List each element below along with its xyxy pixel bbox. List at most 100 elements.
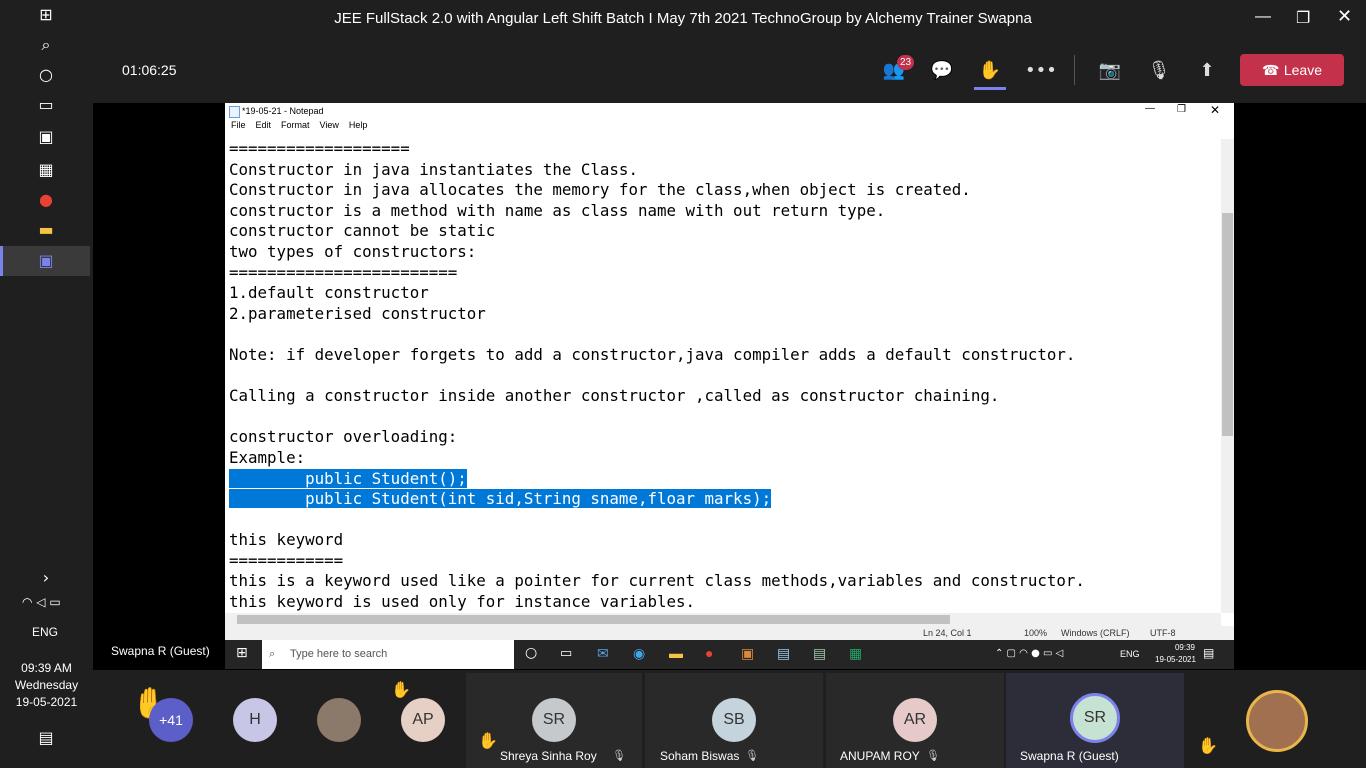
notepad-line: 2.parameterised constructor (229, 303, 486, 323)
participant-tile[interactable]: SB Soham Biswas 🎙 (645, 673, 823, 768)
inner-notifications-icon[interactable]: ▤ (1203, 646, 1214, 660)
chrome-icon[interactable]: ● (36, 190, 56, 210)
notepad-line: constructor overloading: (229, 427, 458, 447)
minimize-icon[interactable]: — (1255, 8, 1271, 26)
notepad-line: Constructor in java instantiates the Cla… (229, 159, 638, 179)
notepad-line: Example: (229, 447, 306, 467)
selected-text: public Student(int sid,String sname,floa… (229, 489, 772, 509)
chevron-right-icon[interactable]: › (36, 568, 56, 588)
close-icon[interactable]: ✕ (1337, 6, 1352, 27)
tile-avatar: AR (893, 698, 937, 742)
notepad-line: Calling a constructor inside another con… (229, 386, 1000, 406)
windows-rail: ⊞ ⌕ ○ ▭ ▣ ▦ ● ▬ ▣ › ◠ ◁ ▭ ENG 09:39 AM W… (0, 0, 93, 768)
tile-avatar: SR (1070, 693, 1120, 743)
line-ending: Windows (CRLF) (1061, 628, 1130, 638)
menu-help[interactable]: Help (349, 120, 368, 130)
notepad-text-area[interactable]: =================== Constructor in java i… (229, 139, 1219, 613)
menu-file[interactable]: File (231, 120, 246, 130)
inner-taskview-icon[interactable]: ▭ (560, 645, 572, 661)
notepad-titlebar: *19-05-21 - Notepad — ❐ ✕ (225, 103, 1234, 120)
inner-file-explorer-icon[interactable]: ▬ (669, 645, 683, 661)
input-language[interactable]: ENG (0, 625, 90, 639)
notepad-statusbar: Ln 24, Col 1 100% Windows (CRLF) UTF-8 (225, 626, 1234, 640)
vertical-scroll-thumb[interactable] (1222, 213, 1233, 436)
notepad-line: public Student(); (229, 468, 1219, 490)
clock-day: Wednesday (14, 678, 79, 692)
menu-view[interactable]: View (320, 120, 339, 130)
camera-toggle-button[interactable]: 📷 (1097, 58, 1123, 84)
clock-date: 19-05-2021 (15, 695, 78, 709)
tile-avatar: SR (532, 698, 576, 742)
menu-edit[interactable]: Edit (256, 120, 272, 130)
windows-start-icon[interactable]: ⊞ (36, 5, 56, 25)
raise-hand-icon: ✋ (478, 731, 498, 750)
more-icon: ••• (1025, 60, 1057, 81)
inner-date: 19-05-2021 (1155, 655, 1196, 664)
editor-taskbar-icon[interactable]: ▤ (813, 645, 826, 662)
edge-icon[interactable]: ◉ (633, 645, 645, 662)
participant-avatar[interactable]: H (233, 698, 277, 742)
inner-tray-icons[interactable]: ⌃ ▢ ◠ ● ▭ ◁ (995, 648, 1063, 659)
meeting-timer: 01:06:25 (122, 62, 177, 78)
inner-chrome-icon[interactable]: ● (705, 645, 713, 661)
horizontal-scroll-thumb[interactable] (237, 615, 950, 624)
cursor-position: Ln 24, Col 1 (923, 628, 972, 638)
self-video-avatar[interactable] (1246, 690, 1308, 752)
raise-hand-icon: ✋ (978, 60, 1002, 81)
inner-lang[interactable]: ENG (1120, 649, 1140, 659)
chat-button[interactable]: 💬 (929, 58, 955, 84)
overflow-participants[interactable]: +41 (149, 698, 193, 742)
participant-tile-speaking[interactable]: SR Swapna R (Guest) (1006, 673, 1184, 768)
inner-search-box[interactable]: ⌕ Type here to search (262, 640, 514, 669)
notepad-taskbar-icon[interactable]: ▤ (777, 645, 790, 662)
np-close-icon[interactable]: ✕ (1210, 103, 1220, 117)
encoding: UTF-8 (1150, 628, 1176, 638)
inner-cortana-icon[interactable]: ○ (525, 645, 537, 661)
selected-text: public Student(); (229, 468, 467, 488)
notepad-line (229, 407, 1219, 428)
maximize-icon[interactable]: ❐ (1296, 8, 1310, 27)
notepad-line: ============ (229, 550, 344, 570)
system-clock[interactable]: 09:39 AM Wednesday 19-05-2021 (0, 660, 93, 711)
camera-app-icon[interactable]: ▣ (36, 127, 56, 147)
app-icon[interactable]: ▣ (741, 645, 754, 662)
zoom-level: 100% (1024, 628, 1048, 638)
notepad-line: Constructor in java allocates the memory… (229, 180, 971, 200)
leave-button[interactable]: ☎ Leave (1240, 54, 1344, 86)
np-maximize-icon[interactable]: ❐ (1177, 104, 1186, 115)
file-explorer-icon[interactable]: ▬ (36, 220, 56, 240)
np-minimize-icon[interactable]: — (1145, 103, 1155, 114)
inner-start-icon[interactable]: ⊞ (236, 645, 248, 661)
notepad-line: this keyword (229, 530, 344, 550)
participant-tile[interactable]: AR ANUPAM ROY 🎙 (826, 673, 1004, 768)
share-button[interactable]: ⬆ (1194, 58, 1220, 84)
inner-time: 09:39 (1174, 643, 1196, 652)
menu-format[interactable]: Format (281, 120, 310, 130)
teams-icon[interactable]: ▣ (36, 251, 56, 271)
photos-app-icon[interactable]: ▦ (36, 160, 56, 180)
cortana-icon[interactable]: ○ (36, 65, 56, 85)
more-actions-button[interactable]: ••• (1025, 58, 1057, 84)
shared-taskbar: ⊞ ⌕ Type here to search ○ ▭ ✉ ◉ ▬ ● ▣ ▤ … (225, 640, 1234, 669)
notifications-icon[interactable]: ▤ (36, 728, 56, 748)
tile-name: Soham Biswas (660, 749, 740, 763)
tile-name: ANUPAM ROY (840, 749, 920, 763)
participants-count-badge: 23 (897, 55, 914, 70)
participant-tile[interactable]: SR ✋ Shreya Sinha Roy 🎙 (466, 673, 642, 768)
task-view-icon[interactable]: ▭ (36, 95, 56, 115)
participant-avatar[interactable]: AP (401, 698, 445, 742)
divider (1074, 55, 1075, 85)
mic-toggle-button[interactable]: 🎙 (1146, 58, 1172, 84)
mail-app-icon[interactable]: ✉ (597, 645, 609, 662)
excel-icon[interactable]: ▦ (849, 645, 862, 662)
mic-off-icon: 🎙 (1147, 60, 1171, 81)
presenter-label: Swapna R (Guest) (111, 644, 210, 658)
participant-photo-avatar[interactable] (317, 698, 361, 742)
notepad-line: =================== (229, 139, 410, 158)
notepad-line (229, 324, 1219, 345)
search-icon[interactable]: ⌕ (36, 35, 56, 55)
tray-icons[interactable]: ◠ ◁ ▭ (22, 595, 61, 609)
reactions-button[interactable]: ✋ (977, 58, 1003, 84)
tile-name: Swapna R (Guest) (1020, 749, 1119, 763)
notepad-line: constructor cannot be static (229, 221, 496, 241)
